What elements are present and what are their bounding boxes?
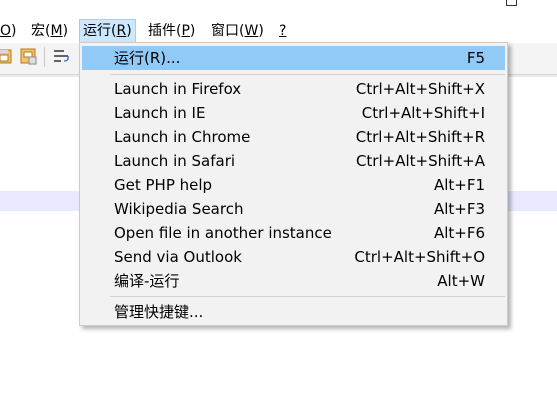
run-menu-item-label: Wikipedia Search xyxy=(114,200,244,218)
run-menu-item-shortcut: Alt+F1 xyxy=(433,176,485,194)
menu-window-post: ) xyxy=(258,23,264,39)
menu-format-key: O xyxy=(0,23,12,39)
run-menu-item-label: Open file in another instance xyxy=(114,224,332,242)
run-menu-item-shortcut: Ctrl+Alt+Shift+O xyxy=(354,248,485,266)
run-menu-item-label: Send via Outlook xyxy=(114,248,242,266)
run-menu-item-label: 运行(R)... xyxy=(114,49,181,67)
run-menu-item-compile-run[interactable]: 编译-运行 Alt+W xyxy=(82,269,505,293)
window-restore-icon[interactable] xyxy=(506,0,517,6)
menu-help-key: ? xyxy=(279,23,287,39)
menu-plugins-pre: 插件( xyxy=(148,23,182,39)
menu-format-post: ) xyxy=(11,23,17,39)
run-menu-item-label: 编译-运行 xyxy=(114,272,180,290)
menu-separator xyxy=(110,296,505,297)
menu-run[interactable]: 运行(R) xyxy=(79,19,136,43)
run-menu-item-run[interactable]: 运行(R)... F5 xyxy=(82,46,505,70)
run-menu-item-shortcut: Alt+F6 xyxy=(433,224,485,242)
run-menu-item-shortcut: Ctrl+Alt+Shift+A xyxy=(355,152,485,170)
run-menu-item-label: 管理快捷键... xyxy=(114,303,204,321)
run-menu-item-label: Launch in IE xyxy=(114,104,206,122)
menu-window-key: W xyxy=(244,23,259,39)
menu-plugins-key: P xyxy=(181,23,190,39)
menu-run-key: R xyxy=(116,23,127,39)
run-menu-item-label: Launch in Safari xyxy=(114,152,236,170)
menu-macro[interactable]: 宏(M) xyxy=(28,19,71,43)
menu-macro-key: M xyxy=(50,23,63,39)
run-menu-item-launch-ie[interactable]: Launch in IE Ctrl+Alt+Shift+I xyxy=(82,101,505,125)
run-menu-item-shortcut: Alt+W xyxy=(437,272,485,290)
run-menu-item-php-help[interactable]: Get PHP help Alt+F1 xyxy=(82,173,505,197)
save-all-icon[interactable] xyxy=(0,47,14,65)
menu-format[interactable]: O) xyxy=(0,19,20,43)
menu-help[interactable]: ? xyxy=(276,19,289,43)
menu-run-pre: 运行( xyxy=(83,23,117,39)
run-menu-item-shortcut: Ctrl+Alt+Shift+I xyxy=(361,104,485,122)
run-menu-item-label: Launch in Chrome xyxy=(114,128,251,146)
run-menu-item-label: Launch in Firefox xyxy=(114,80,242,98)
run-menu-item-manage-shortcuts[interactable]: 管理快捷键... xyxy=(82,300,505,324)
run-menu-item-wikipedia-search[interactable]: Wikipedia Search Alt+F3 xyxy=(82,197,505,221)
menu-plugins-post: ) xyxy=(189,23,196,39)
menu-macro-post: ) xyxy=(62,23,69,39)
run-menu-item-shortcut: Alt+F3 xyxy=(433,200,485,218)
app-window: O) 宏(M) 运行(R) 插件(P) 窗口(W) ? 运行(R)... F5 … xyxy=(0,0,557,413)
toolbar-separator xyxy=(44,47,45,67)
menu-plugins[interactable]: 插件(P) xyxy=(145,19,198,43)
run-menu-item-shortcut: F5 xyxy=(466,49,485,67)
menu-window[interactable]: 窗口(W) xyxy=(208,19,267,43)
menu-window-pre: 窗口( xyxy=(211,23,245,39)
menu-macro-pre: 宏( xyxy=(31,23,51,39)
run-menu-item-launch-chrome[interactable]: Launch in Chrome Ctrl+Alt+Shift+R xyxy=(82,125,505,149)
run-menu-item-launch-firefox[interactable]: Launch in Firefox Ctrl+Alt+Shift+X xyxy=(82,77,505,101)
run-menu-item-label: Get PHP help xyxy=(114,176,213,194)
run-menu-dropdown: 运行(R)... F5 Launch in Firefox Ctrl+Alt+S… xyxy=(79,42,508,326)
run-menu-item-launch-safari[interactable]: Launch in Safari Ctrl+Alt+Shift+A xyxy=(82,149,505,173)
menu-separator xyxy=(110,74,505,75)
run-menu-item-shortcut: Ctrl+Alt+Shift+X xyxy=(355,80,485,98)
run-menu-item-send-outlook[interactable]: Send via Outlook Ctrl+Alt+Shift+O xyxy=(82,245,505,269)
menu-run-post: ) xyxy=(126,23,132,39)
word-wrap-icon[interactable] xyxy=(52,47,70,65)
run-menu-item-shortcut: Ctrl+Alt+Shift+R xyxy=(355,128,485,146)
run-menu-item-open-another-instance[interactable]: Open file in another instance Alt+F6 xyxy=(82,221,505,245)
close-file-icon[interactable] xyxy=(20,47,38,65)
menu-bar: O) 宏(M) 运行(R) 插件(P) 窗口(W) ? xyxy=(0,19,557,43)
